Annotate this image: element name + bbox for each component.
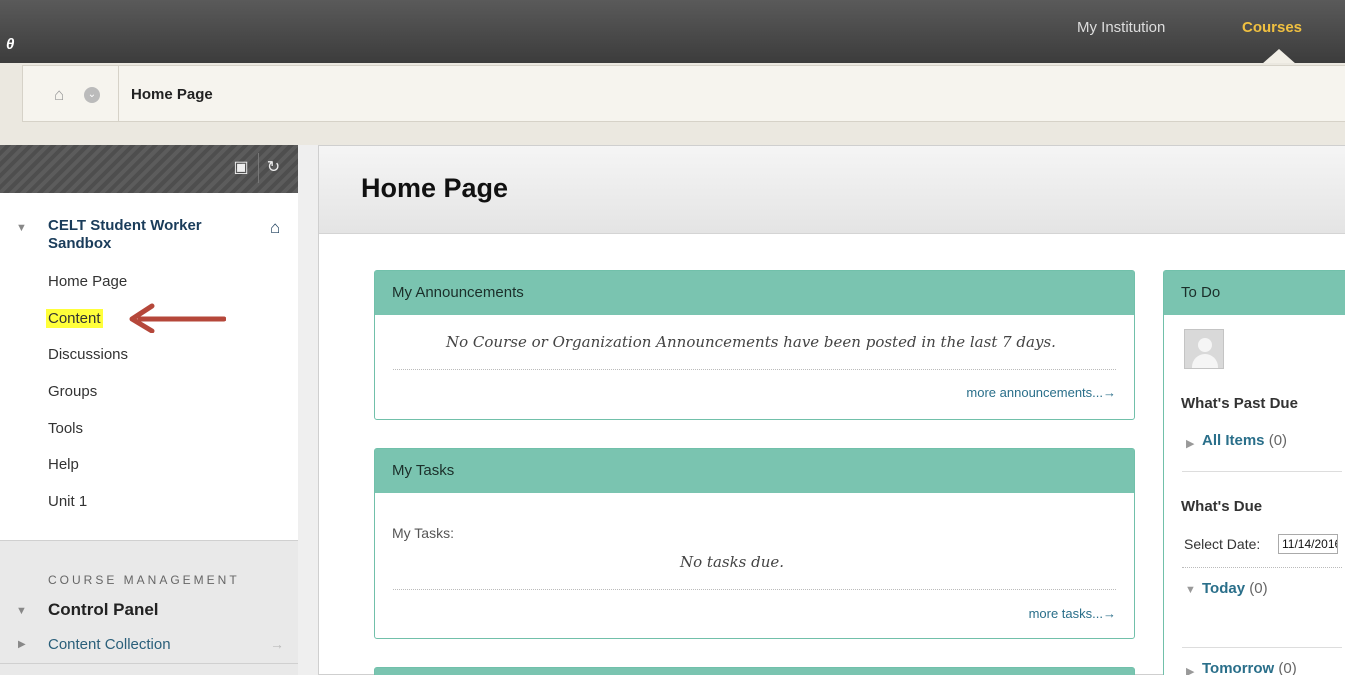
course-home-icon[interactable]: ⌂ — [270, 218, 280, 238]
announcements-empty-text: No Course or Organization Announcements … — [446, 333, 1056, 351]
collapse-triangle-icon[interactable]: ▼ — [16, 222, 27, 234]
divider — [1182, 647, 1342, 648]
sidebar-item-content[interactable]: Content — [46, 309, 103, 328]
sidebar-item-discussions[interactable]: Discussions — [48, 346, 128, 363]
arrow-right-icon: → — [270, 636, 284, 652]
folder-view-icon[interactable]: ▣ — [226, 153, 256, 183]
module-partial — [374, 667, 1135, 675]
sidebar-item-unit-1[interactable]: Unit 1 — [48, 493, 87, 510]
expand-triangle-icon[interactable]: ▶ — [1186, 665, 1194, 675]
home-icon[interactable]: ⌂ — [54, 85, 64, 105]
tomorrow-link[interactable]: Tomorrow (0) — [1202, 660, 1297, 675]
collapse-triangle-icon[interactable]: ▼ — [1185, 584, 1196, 596]
tab-my-institution[interactable]: My Institution — [1077, 19, 1165, 36]
expand-triangle-icon[interactable]: ▶ — [1186, 437, 1194, 450]
breadcrumb: ⌂ ⌄ Home Page — [22, 65, 1345, 122]
tasks-header[interactable]: My Tasks — [375, 449, 1134, 493]
top-navigation-bar: θ My Institution Courses — [0, 0, 1345, 64]
divider — [393, 369, 1116, 370]
breadcrumb-bar: ⌂ ⌄ Home Page — [0, 63, 1345, 145]
avatar-head-icon — [1198, 338, 1212, 352]
all-items-label[interactable]: All Items — [1202, 432, 1265, 449]
sidebar-item-home-page[interactable]: Home Page — [48, 273, 127, 290]
past-due-heading: What's Past Due — [1181, 395, 1298, 412]
control-panel-heading[interactable]: Control Panel — [48, 600, 159, 620]
divider — [1182, 567, 1342, 568]
avatar-body-icon — [1192, 354, 1218, 368]
announcements-header[interactable]: My Announcements — [375, 271, 1134, 315]
tasks-empty-text: No tasks due. — [680, 553, 785, 571]
sidebar-item-groups[interactable]: Groups — [48, 383, 97, 400]
all-items-link[interactable]: All Items (0) — [1202, 432, 1287, 449]
course-menu-sidebar: ▣ ↻ ▼ CELT Student Worker Sandbox ⌂ Home… — [0, 145, 298, 675]
main-content: Home Page My Announcements No Course or … — [318, 145, 1345, 675]
tasks-label: My Tasks: — [392, 525, 454, 541]
course-management-panel: COURSE MANAGEMENT ▼ Control Panel ▶ Cont… — [0, 540, 298, 675]
tomorrow-label[interactable]: Tomorrow — [1202, 660, 1274, 675]
avatar — [1184, 329, 1224, 369]
page-title: Home Page — [361, 173, 509, 203]
tasks-module: My Tasks My Tasks: No tasks due. more ta… — [374, 448, 1135, 639]
content-collection-link[interactable]: Content Collection — [48, 636, 171, 653]
all-items-count: (0) — [1268, 432, 1288, 449]
module-partial-header[interactable] — [375, 668, 1134, 675]
divider — [393, 589, 1116, 590]
today-label[interactable]: Today — [1202, 580, 1245, 597]
tomorrow-count: (0) — [1278, 660, 1297, 675]
annotation-arrow-icon — [129, 303, 226, 333]
expand-triangle-icon[interactable]: ▶ — [18, 639, 26, 650]
more-tasks-link[interactable]: more tasks...→ — [1029, 606, 1116, 621]
divider — [1182, 471, 1342, 472]
course-management-heading: COURSE MANAGEMENT — [48, 573, 240, 587]
today-count: (0) — [1249, 580, 1268, 597]
collapse-triangle-icon[interactable]: ▼ — [16, 605, 27, 617]
breadcrumb-current: Home Page — [131, 86, 213, 103]
more-announcements-link[interactable]: more announcements...→ — [966, 385, 1116, 400]
select-date-label: Select Date: — [1184, 536, 1261, 552]
breadcrumb-divider — [118, 66, 119, 121]
divider — [0, 663, 298, 664]
todo-module: To Do What's Past Due ▶ All Items (0) Wh… — [1163, 270, 1345, 675]
whats-due-heading: What's Due — [1181, 498, 1263, 515]
chevron-down-icon[interactable]: ⌄ — [84, 87, 100, 103]
sidebar-item-help[interactable]: Help — [48, 456, 79, 473]
active-tab-indicator — [1262, 49, 1296, 64]
date-field[interactable]: 11/14/2016 — [1278, 534, 1338, 554]
page-header: Home Page — [319, 146, 1345, 234]
tab-courses[interactable]: Courses — [1242, 19, 1302, 36]
logo-icon[interactable]: θ — [6, 36, 14, 53]
todo-header[interactable]: To Do — [1164, 271, 1345, 315]
today-link[interactable]: Today (0) — [1202, 580, 1268, 597]
refresh-icon[interactable]: ↻ — [258, 153, 288, 183]
sidebar-item-tools[interactable]: Tools — [48, 420, 83, 437]
announcements-module: My Announcements No Course or Organizati… — [374, 270, 1135, 420]
sidebar-toolbar: ▣ ↻ — [0, 145, 298, 193]
course-title[interactable]: CELT Student Worker Sandbox — [48, 217, 248, 253]
